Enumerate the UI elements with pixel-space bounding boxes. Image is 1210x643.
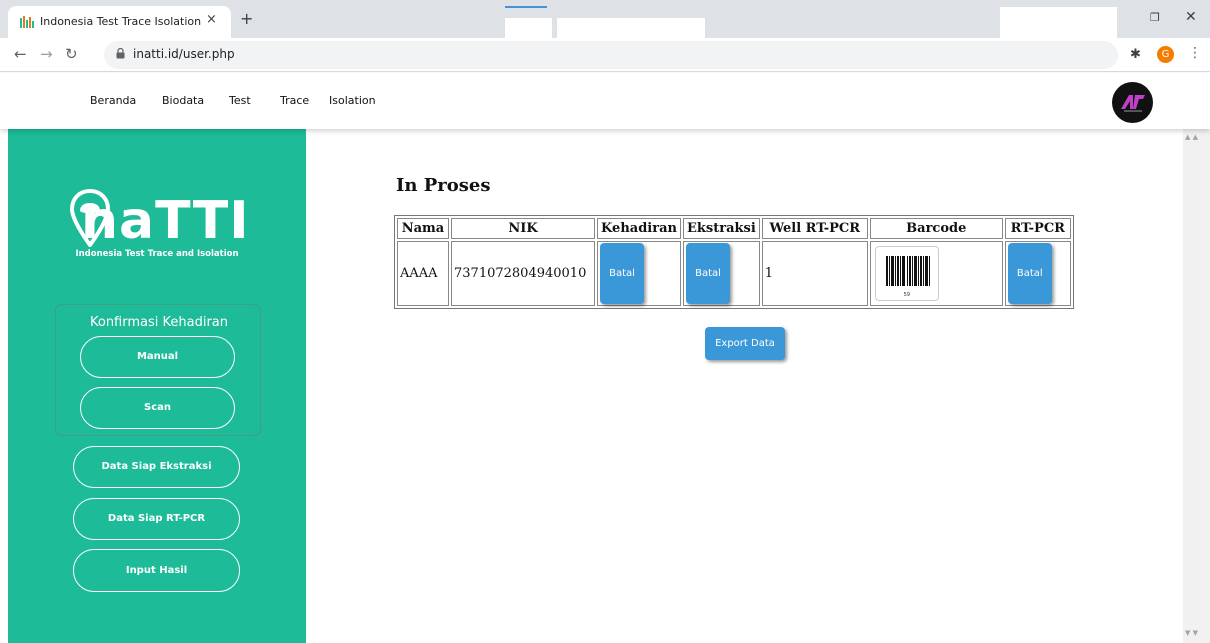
browser-toolbar: ← → ↻ inatti.id/user.php ✱ G ⋮	[0, 38, 1210, 72]
nav-trace[interactable]: Trace	[280, 94, 309, 107]
browser-menu-icon[interactable]: ⋮	[1188, 45, 1202, 61]
table-header-row: Nama NIK Kehadiran Ekstraksi Well RT-PCR…	[397, 218, 1071, 239]
cell-nik: 7371072804940010	[451, 241, 595, 306]
brand-subtitle: Indonesia Test Trace and Isolation	[75, 249, 239, 259]
profile-avatar[interactable]: G	[1157, 46, 1174, 63]
batal-kehadiran-button[interactable]: Batal	[600, 243, 644, 304]
col-rtpcr: RT-PCR	[1004, 218, 1071, 239]
address-bar[interactable]: inatti.id/user.php	[104, 41, 1118, 69]
col-nik: NIK	[451, 218, 595, 239]
lock-icon	[116, 48, 125, 59]
sidebar: naTTI Indonesia Test Trace and Isolation…	[8, 129, 306, 643]
scroll-down-icon[interactable]: ▼ ▼	[1185, 629, 1198, 637]
redaction-accent	[505, 6, 547, 8]
window-close-icon[interactable]: ✕	[1185, 9, 1197, 25]
forward-arrow-icon[interactable]: →	[40, 45, 53, 63]
in-proses-table: Nama NIK Kehadiran Ekstraksi Well RT-PCR…	[394, 215, 1074, 309]
cell-rtpcr: Batal	[1004, 241, 1071, 306]
user-logo[interactable]	[1112, 82, 1153, 123]
page-scrollbar[interactable]: ▲ ▲ ▼ ▼	[1183, 129, 1210, 643]
page-title: In Proses	[396, 175, 491, 196]
site-favicon-icon	[20, 16, 34, 28]
batal-rtpcr-button[interactable]: Batal	[1007, 243, 1052, 304]
export-data-button[interactable]: Export Data	[705, 327, 785, 360]
table-row: AAAA 7371072804940010 Batal Batal 1 59 B…	[397, 241, 1071, 306]
barcode-icon	[885, 256, 930, 286]
cell-barcode: 59	[869, 241, 1003, 306]
konfirmasi-panel: Konfirmasi Kehadiran Manual Scan	[55, 304, 261, 436]
col-ekstraksi: Ekstraksi	[683, 218, 760, 239]
scan-button[interactable]: Scan	[80, 387, 235, 429]
col-barcode: Barcode	[869, 218, 1003, 239]
barcode-image: 59	[874, 246, 939, 301]
reload-icon[interactable]: ↻	[65, 45, 78, 63]
data-siap-ekstraksi-button[interactable]: Data Siap Ekstraksi	[73, 446, 240, 488]
scroll-up-icon[interactable]: ▲ ▲	[1185, 133, 1198, 141]
konfirmasi-title: Konfirmasi Kehadiran	[89, 315, 229, 330]
manual-button[interactable]: Manual	[80, 336, 235, 378]
cell-ekstraksi: Batal	[683, 241, 760, 306]
data-siap-rtpcr-button[interactable]: Data Siap RT-PCR	[73, 498, 240, 540]
site-navbar: Beranda Biodata Test Trace Isolation	[0, 73, 1210, 129]
cell-kehadiran: Batal	[597, 241, 681, 306]
barcode-text: 59	[903, 292, 910, 298]
tab-close-icon[interactable]: ×	[206, 12, 217, 27]
nav-test[interactable]: Test	[229, 94, 251, 107]
window-restore-icon[interactable]: ❐	[1150, 11, 1160, 24]
input-hasil-button[interactable]: Input Hasil	[73, 549, 240, 592]
cell-nama: AAAA	[397, 241, 449, 306]
nav-beranda[interactable]: Beranda	[90, 94, 136, 107]
batal-ekstraksi-button[interactable]: Batal	[686, 243, 730, 304]
new-tab-icon[interactable]: +	[240, 9, 253, 28]
tab-title: Indonesia Test Trace Isolation	[40, 15, 202, 28]
cell-well: 1	[761, 241, 868, 306]
col-well-rtpcr: Well RT-PCR	[761, 218, 868, 239]
url-text[interactable]: inatti.id/user.php	[133, 47, 235, 61]
logo-icon	[1121, 95, 1145, 112]
nav-biodata[interactable]: Biodata	[162, 94, 204, 107]
brand-logo: naTTI Indonesia Test Trace and Isolation	[8, 187, 306, 267]
browser-tab[interactable]: Indonesia Test Trace Isolation ×	[8, 6, 231, 38]
browser-tabstrip: Indonesia Test Trace Isolation × + ❐ ✕	[0, 0, 1210, 56]
brand-wordmark: naTTI	[81, 191, 250, 251]
col-nama: Nama	[397, 218, 449, 239]
back-arrow-icon[interactable]: ←	[14, 45, 27, 63]
nav-isolation[interactable]: Isolation	[329, 94, 376, 107]
col-kehadiran: Kehadiran	[597, 218, 681, 239]
extensions-icon[interactable]: ✱	[1130, 47, 1141, 62]
